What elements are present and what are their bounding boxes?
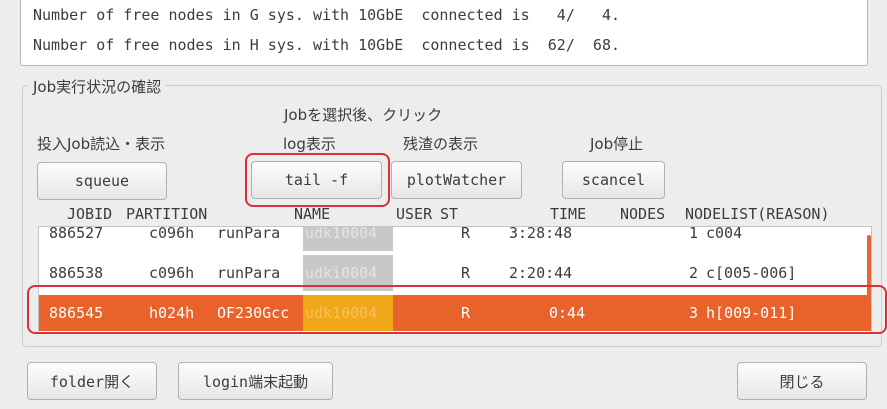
cell-partition: c096h bbox=[149, 226, 195, 242]
cell-nodes: 1 bbox=[689, 226, 699, 242]
residual-display-label: 残渣の表示 bbox=[403, 135, 479, 153]
header-time: TIME bbox=[550, 205, 587, 223]
free-nodes-g-line: Number of free nodes in G sys. with 10Gb… bbox=[33, 6, 620, 24]
cell-user: udki0004 bbox=[303, 255, 393, 291]
cell-nodelist: h[009-011] bbox=[706, 304, 797, 322]
header-nodelist: NODELIST(REASON) bbox=[685, 205, 830, 223]
cell-nodes: 2 bbox=[689, 264, 699, 282]
cell-nodelist: c[005-006] bbox=[706, 264, 797, 282]
cell-nodes: 3 bbox=[689, 304, 699, 322]
cell-name: runPara bbox=[217, 226, 281, 242]
cell-jobid: 886538 bbox=[49, 264, 104, 282]
header-jobid: JOBID bbox=[67, 205, 113, 223]
submit-job-label: 投入Job読込・表示 bbox=[37, 135, 166, 153]
job-row[interactable]: 886538 c096h runPara udki0004 R 2:20:44 … bbox=[39, 255, 871, 291]
job-list-scrollbar[interactable] bbox=[867, 235, 871, 305]
folder-open-button[interactable]: folder開く bbox=[27, 362, 157, 400]
job-stop-label: Job停止 bbox=[590, 135, 644, 153]
plotwatcher-button[interactable]: plotWatcher bbox=[391, 161, 522, 199]
header-partition: PARTITION bbox=[126, 205, 208, 223]
scancel-button[interactable]: scancel bbox=[562, 161, 665, 199]
header-name: NAME bbox=[294, 205, 331, 223]
job-row[interactable]: 886527 c096h runPara udk10004 R 3:28:48 … bbox=[39, 226, 871, 251]
cell-st: R bbox=[461, 226, 471, 242]
cell-time: 3:28:48 bbox=[509, 226, 573, 242]
cell-user: udk10004 bbox=[303, 295, 393, 331]
cell-name: OF230Gcc bbox=[217, 304, 290, 322]
job-list[interactable]: 886527 c096h runPara udk10004 R 3:28:48 … bbox=[38, 226, 872, 334]
cell-nodelist: c004 bbox=[706, 226, 743, 242]
cell-st: R bbox=[461, 264, 471, 282]
select-job-hint: Jobを選択後、クリック bbox=[284, 106, 443, 124]
squeue-button[interactable]: squeue bbox=[37, 162, 167, 200]
free-nodes-h-line: Number of free nodes in H sys. with 10Gb… bbox=[33, 36, 620, 54]
close-button[interactable]: 閉じる bbox=[737, 362, 867, 400]
header-st: ST bbox=[440, 205, 459, 223]
login-terminal-button[interactable]: login端末起動 bbox=[178, 362, 333, 400]
log-display-label: log表示 bbox=[283, 135, 336, 153]
job-status-group-title: Job実行状況の確認 bbox=[29, 76, 166, 97]
cell-jobid: 886527 bbox=[49, 226, 104, 242]
cell-name: runPara bbox=[217, 264, 281, 282]
cell-partition: h024h bbox=[149, 304, 195, 322]
tail-f-button[interactable]: tail -f bbox=[251, 161, 382, 199]
cell-user: udk10004 bbox=[303, 227, 393, 251]
cell-jobid: 886545 bbox=[49, 304, 104, 322]
header-nodes: NODES bbox=[620, 205, 666, 223]
cell-time: 0:44 bbox=[549, 304, 586, 322]
job-row-selected[interactable]: 886545 h024h OF230Gcc udk10004 R 0:44 3 … bbox=[39, 295, 871, 331]
cell-time: 2:20:44 bbox=[509, 264, 573, 282]
cell-st: R bbox=[461, 304, 471, 322]
header-user: USER bbox=[396, 205, 433, 223]
free-nodes-text-area[interactable]: Number of free nodes in G sys. with 10Gb… bbox=[20, 0, 868, 66]
cell-partition: c096h bbox=[149, 264, 195, 282]
job-list-header: JOBID PARTITION NAME USER ST TIME NODES … bbox=[40, 205, 870, 227]
